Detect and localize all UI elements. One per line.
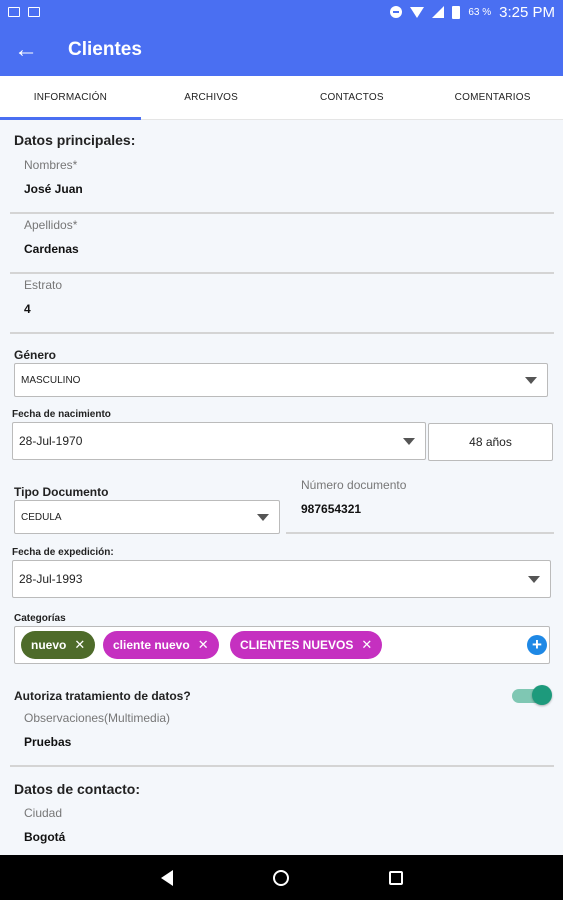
- page-title: Clientes: [68, 39, 142, 60]
- category-chip-label: nuevo: [31, 638, 67, 652]
- ciudad-field[interactable]: Bogotá: [24, 830, 65, 844]
- fecha-nacimiento-value: 28-Jul-1970: [19, 434, 83, 448]
- genero-label: Género: [14, 348, 57, 362]
- tipo-documento-label: Tipo Documento: [14, 485, 109, 499]
- observaciones-underline: [10, 765, 554, 767]
- category-chip[interactable]: CLIENTES NUEVOS ✕: [230, 631, 383, 659]
- toggle-knob: [532, 685, 552, 705]
- categorias-label: Categorías: [14, 613, 66, 624]
- android-nav-bar: [0, 855, 563, 900]
- close-icon[interactable]: ✕: [198, 637, 209, 653]
- tab-archivos[interactable]: ARCHIVOS: [141, 76, 282, 119]
- estrato-field[interactable]: 4: [24, 302, 31, 316]
- chevron-down-icon: [403, 438, 415, 445]
- tab-contactos[interactable]: CONTACTOS: [282, 76, 423, 119]
- edad-box: 48 años: [428, 423, 553, 461]
- mail-notification-icon: [28, 7, 40, 17]
- category-chip-label: cliente nuevo: [113, 638, 190, 652]
- estrato-underline: [10, 332, 554, 334]
- fecha-expedicion-value: 28-Jul-1993: [19, 572, 83, 586]
- tab-informacion[interactable]: INFORMACIÓN: [0, 76, 141, 120]
- section-title-contacto: Datos de contacto:: [14, 781, 141, 797]
- fecha-expedicion-label: Fecha de expedición:: [12, 547, 114, 558]
- signal-icon: [432, 6, 445, 18]
- fecha-nacimiento-label: Fecha de nacimiento: [12, 409, 111, 420]
- section-title-principal: Datos principales:: [14, 132, 136, 148]
- category-chip[interactable]: cliente nuevo ✕: [103, 631, 219, 659]
- battery-icon: [452, 5, 461, 19]
- add-category-icon[interactable]: +: [527, 635, 547, 655]
- apellidos-underline: [10, 272, 554, 274]
- battery-percent: 63 %: [468, 6, 492, 18]
- nombres-field[interactable]: José Juan: [24, 182, 83, 196]
- nav-home-icon[interactable]: [272, 869, 289, 886]
- do-not-disturb-icon: [390, 6, 403, 18]
- gallery-notification-icon: [8, 7, 20, 17]
- chevron-down-icon: [528, 576, 540, 583]
- status-bar: 63 % 3:25 PM: [0, 0, 563, 24]
- category-chip[interactable]: nuevo ✕: [21, 631, 96, 659]
- genero-value: MASCULINO: [21, 374, 81, 386]
- genero-select[interactable]: MASCULINO: [14, 363, 548, 397]
- apellidos-label: Apellidos*: [24, 218, 78, 232]
- nav-recents-icon[interactable]: [388, 870, 403, 885]
- chevron-down-icon: [525, 377, 537, 384]
- tab-comentarios[interactable]: COMENTARIOS: [422, 76, 563, 119]
- numero-documento-underline: [286, 532, 554, 534]
- estrato-label: Estrato: [24, 278, 63, 292]
- fecha-expedicion-select[interactable]: 28-Jul-1993: [12, 560, 551, 598]
- observaciones-label: Observaciones(Multimedia): [24, 711, 171, 725]
- tab-bar: INFORMACIÓN ARCHIVOS CONTACTOS COMENTARI…: [0, 76, 563, 120]
- back-arrow-icon[interactable]: ←: [0, 24, 52, 76]
- clock: 3:25 PM: [499, 3, 555, 21]
- wifi-icon: [410, 6, 425, 18]
- tipo-documento-select[interactable]: CEDULA: [14, 500, 280, 534]
- fecha-nacimiento-select[interactable]: 28-Jul-1970: [12, 422, 426, 460]
- nombres-label: Nombres*: [24, 158, 78, 172]
- edad-value: 48 años: [469, 435, 512, 449]
- close-icon[interactable]: ✕: [361, 637, 372, 653]
- app-bar: ← Clientes: [0, 24, 563, 76]
- categorias-field[interactable]: nuevo ✕ cliente nuevo ✕ CLIENTES NUEVOS …: [14, 626, 550, 664]
- numero-documento-label: Número documento: [301, 478, 407, 492]
- observaciones-field[interactable]: Pruebas: [24, 735, 71, 749]
- category-chip-label: CLIENTES NUEVOS: [240, 638, 354, 652]
- nombres-underline: [10, 212, 554, 214]
- tipo-documento-value: CEDULA: [21, 511, 62, 523]
- autoriza-label: Autoriza tratamiento de datos?: [14, 689, 191, 703]
- form-content: Datos principales: Nombres* José Juan Ap…: [0, 120, 563, 855]
- chevron-down-icon: [257, 514, 269, 521]
- apellidos-field[interactable]: Cardenas: [24, 242, 79, 256]
- numero-documento-field[interactable]: 987654321: [301, 502, 361, 516]
- ciudad-label: Ciudad: [24, 806, 63, 820]
- autoriza-toggle[interactable]: [512, 685, 552, 705]
- close-icon[interactable]: ✕: [74, 637, 85, 653]
- nav-back-icon[interactable]: [160, 869, 173, 886]
